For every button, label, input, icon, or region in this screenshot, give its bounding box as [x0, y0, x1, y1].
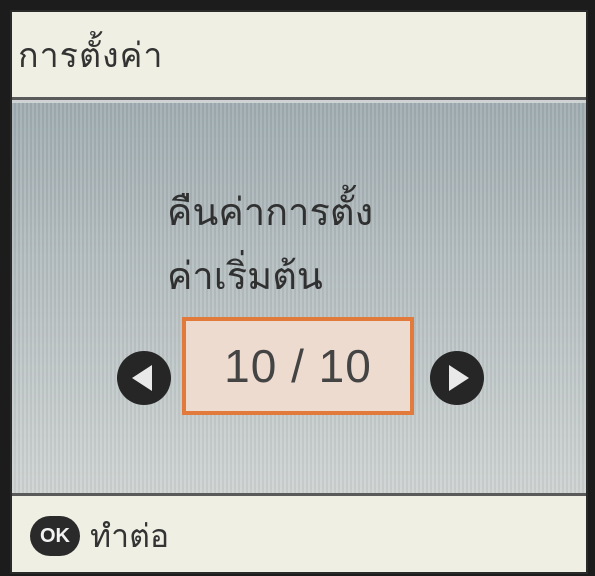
title-bar: การตั้งค่า [12, 12, 586, 100]
arrow-left-icon[interactable] [117, 351, 171, 405]
arrow-right-icon[interactable] [430, 351, 484, 405]
message-line-2: ค่าเริ่มต้น [167, 254, 323, 298]
ok-action-label: ทำต่อ [90, 516, 170, 555]
arrow-right-glyph [449, 365, 469, 391]
ok-button-icon[interactable]: OK [30, 516, 80, 556]
lcd-screen: การตั้งค่า คืนค่าการตั้ง ค่าเริ่มต้น 10 … [10, 10, 588, 574]
page-title: การตั้งค่า [18, 35, 164, 76]
bottom-bar: OK ทำต่อ [12, 493, 586, 572]
arrow-left-glyph [132, 365, 152, 391]
message-line-1: คืนค่าการตั้ง [167, 190, 374, 234]
main-panel: คืนค่าการตั้ง ค่าเริ่มต้น 10 / 10 [12, 103, 586, 493]
page-counter: 10 / 10 [182, 317, 414, 415]
